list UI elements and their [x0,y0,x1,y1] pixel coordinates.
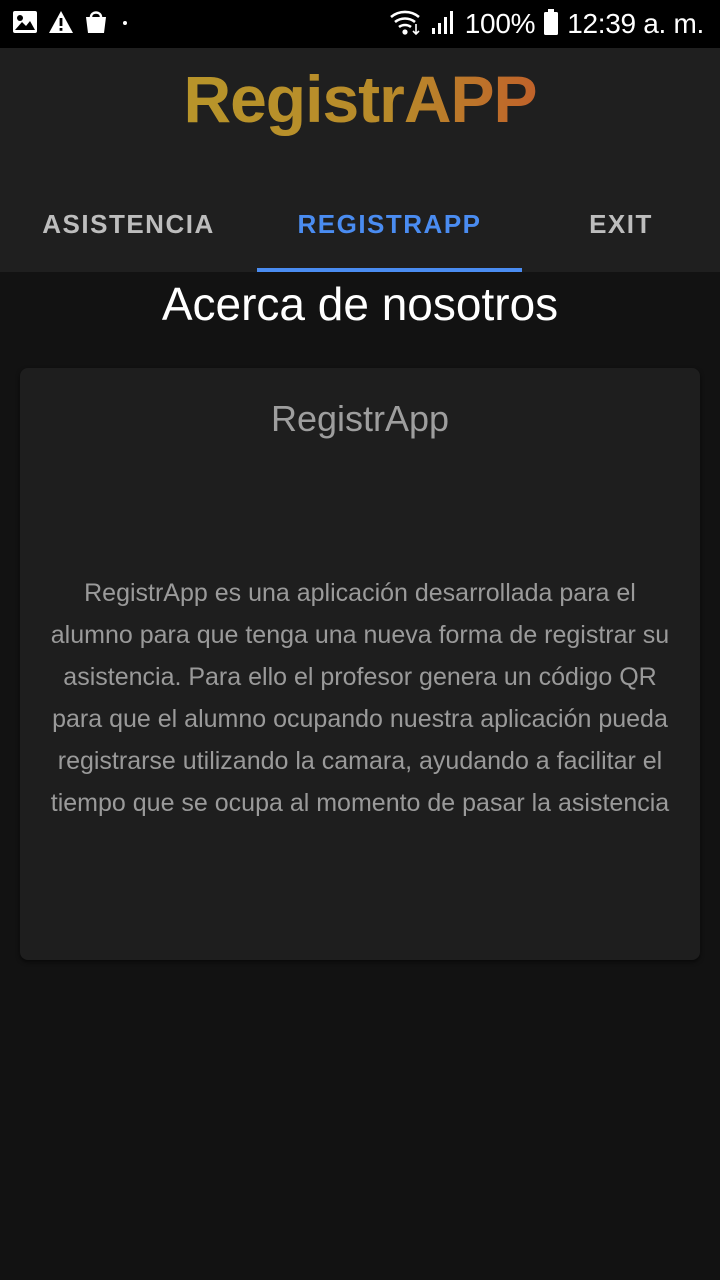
tab-bar: ASISTENCIA REGISTRAPP EXIT [0,176,720,272]
card-description: RegistrApp es una aplicación desarrollad… [50,579,670,817]
status-bar-system: 100% 12:39 a. m. [389,6,704,42]
status-bar: 100% 12:39 a. m. [0,0,720,48]
app-logo-graphic: RegistrAPP [183,62,537,136]
about-card: RegistrApp RegistrApp es una aplicación … [20,368,700,960]
app-logo-text: RegistrAPP [183,62,536,136]
warning-icon [48,10,74,38]
page-title: Acerca de nosotros [161,278,559,330]
battery-icon [543,8,559,40]
status-bar-notifications [12,10,132,38]
signal-icon [431,8,457,40]
status-time: 12:39 a. m. [567,8,704,39]
shopping-bag-icon [84,9,108,39]
wifi-icon [389,8,423,40]
battery-percentage: 100% [464,8,536,39]
image-icon [12,10,38,38]
tab-exit[interactable]: EXIT [522,176,720,272]
app-header: RegistrAPP ASISTENCIA REGISTRAPP EXIT [0,48,720,272]
card-title: RegistrApp [270,398,450,439]
app-logo: RegistrAPP [0,60,720,144]
tab-registrapp[interactable]: REGISTRAPP [257,176,522,272]
dot-icon [118,10,132,38]
tab-asistencia[interactable]: ASISTENCIA [0,176,257,272]
